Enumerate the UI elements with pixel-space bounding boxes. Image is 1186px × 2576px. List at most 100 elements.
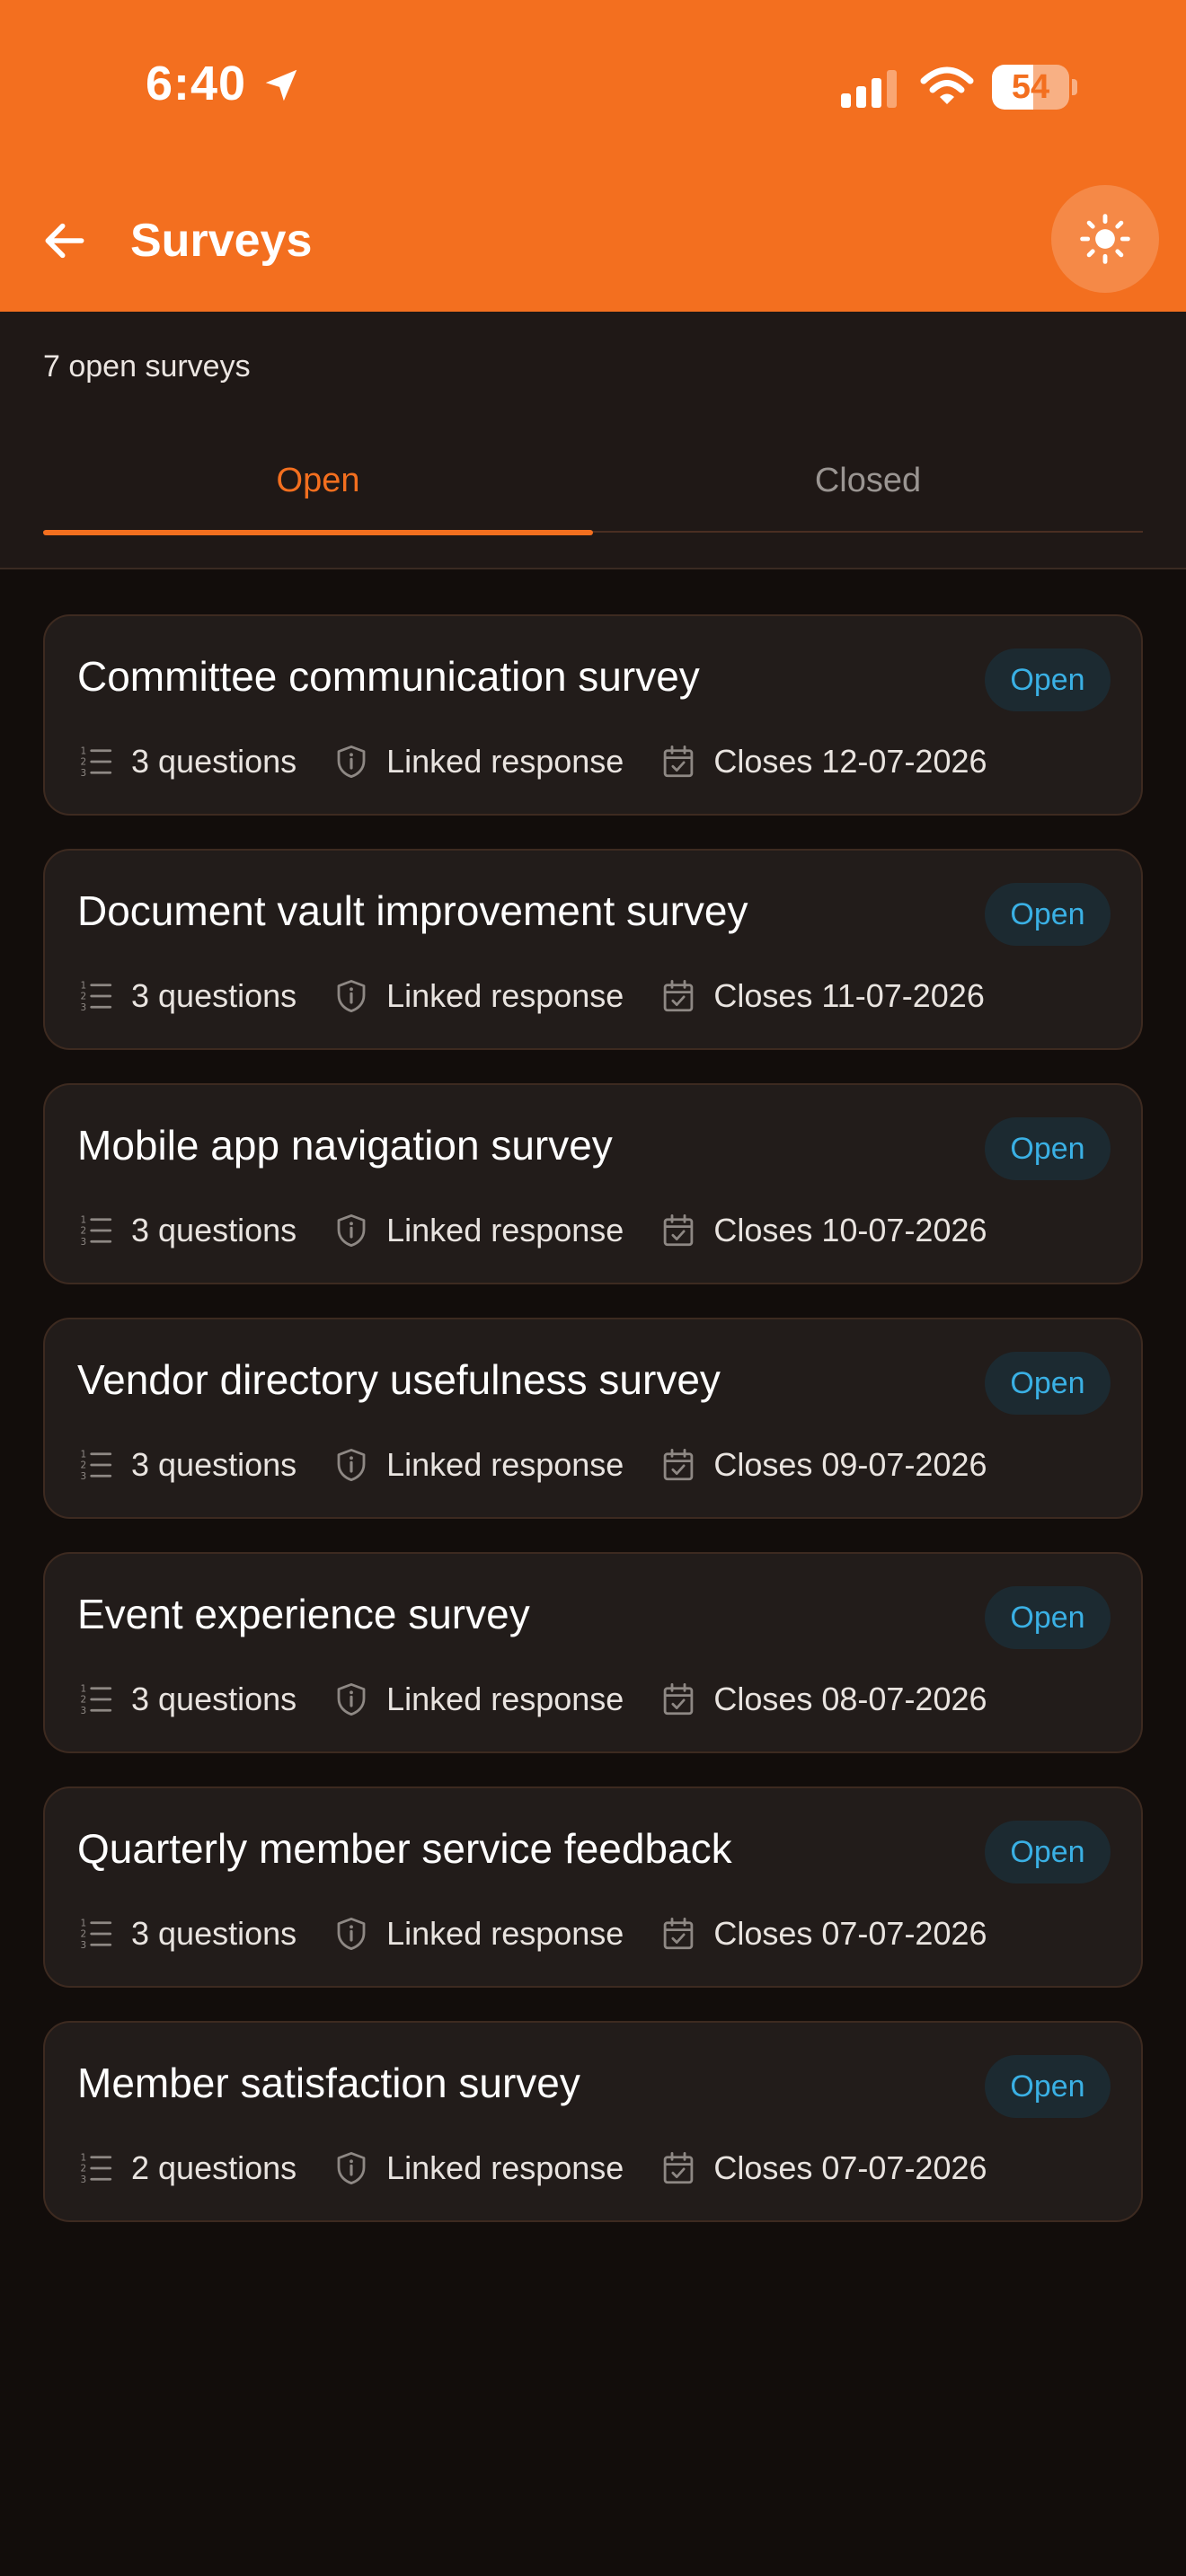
close-date: Closes 08-07-2026 [659,1681,987,1718]
location-arrow-icon [265,69,297,101]
svg-text:3: 3 [81,1471,87,1482]
survey-card[interactable]: Member satisfaction survey Open 1 2 3 2 … [43,2021,1143,2222]
question-count-text: 3 questions [131,1681,297,1717]
close-date-text: Closes 10-07-2026 [713,1212,987,1248]
question-count: 1 2 3 3 questions [77,743,297,781]
survey-meta: 1 2 3 3 questions Linked response Closes… [77,742,987,781]
survey-title: Event experience survey [77,1591,530,1637]
question-count-text: 3 questions [131,977,297,1014]
status-badge: Open [985,1586,1111,1649]
status-badge: Open [985,1117,1111,1180]
surveys-screen: 6:40 54 Surveys 7 open surveys Open Clos… [0,0,1186,2576]
status-tabs: Open Closed [43,428,1143,535]
close-date: Closes 12-07-2026 [659,743,987,781]
svg-text:2: 2 [81,757,87,768]
status-badge: Open [985,1821,1111,1883]
wifi-icon [920,66,974,104]
linked-response: Linked response [332,977,624,1015]
active-tab-indicator [43,530,593,535]
linked-response: Linked response [332,1212,624,1249]
theme-toggle-button[interactable] [1051,185,1159,293]
numbered-list-icon: 1 2 3 [81,1683,112,1716]
close-date: Closes 07-07-2026 [659,2149,987,2187]
svg-text:3: 3 [81,1237,87,1248]
survey-title: Document vault improvement survey [77,887,748,934]
tab-closed[interactable]: Closed [593,428,1143,533]
survey-meta: 1 2 3 3 questions Linked response Closes… [77,1211,987,1250]
linked-response-text: Linked response [386,2149,624,2186]
close-date: Closes 10-07-2026 [659,1212,987,1249]
calendar-check-icon [664,2151,694,2184]
question-count: 1 2 3 3 questions [77,1212,297,1249]
numbered-list-icon: 1 2 3 [81,745,112,779]
tab-open-label: Open [276,461,360,499]
linked-response-text: Linked response [386,1446,624,1483]
survey-title: Vendor directory usefulness survey [77,1356,721,1403]
svg-text:2: 2 [81,992,87,1002]
survey-card[interactable]: Event experience survey Open 1 2 3 3 que… [43,1552,1143,1753]
question-count-text: 3 questions [131,1212,297,1248]
battery-percent: 54 [1011,68,1050,106]
open-survey-count: 7 open surveys [43,349,251,384]
app-header: 6:40 54 Surveys [0,0,1186,312]
svg-text:3: 3 [81,1940,87,1951]
calendar-check-icon [664,1682,694,1716]
svg-text:2: 2 [81,1226,87,1237]
back-arrow-icon[interactable] [40,216,90,266]
numbered-list-icon: 1 2 3 [81,980,112,1013]
question-count: 1 2 3 2 questions [77,2149,297,2187]
svg-text:3: 3 [81,1002,87,1013]
svg-text:1: 1 [81,2152,87,2163]
survey-meta: 1 2 3 3 questions Linked response Closes… [77,1914,987,1954]
status-badge: Open [985,1352,1111,1415]
question-count: 1 2 3 3 questions [77,1681,297,1718]
survey-title: Quarterly member service feedback [77,1825,732,1872]
survey-card[interactable]: Quarterly member service feedback Open 1… [43,1786,1143,1988]
shield-info-icon [337,1682,366,1716]
survey-card[interactable]: Committee communication survey Open 1 2 … [43,614,1143,816]
svg-text:1: 1 [81,980,87,991]
svg-text:1: 1 [81,1449,87,1460]
linked-response-text: Linked response [386,1681,624,1717]
calendar-check-icon [664,1917,694,1950]
shield-info-icon [337,979,366,1013]
question-count: 1 2 3 3 questions [77,1915,297,1953]
close-date-text: Closes 07-07-2026 [713,2149,987,2186]
svg-text:1: 1 [81,745,87,756]
tab-closed-label: Closed [814,461,922,499]
survey-title: Member satisfaction survey [77,2060,580,2106]
linked-response-text: Linked response [386,1212,624,1248]
linked-response-text: Linked response [386,1915,624,1952]
survey-card[interactable]: Mobile app navigation survey Open 1 2 3 [43,1083,1143,1284]
shield-info-icon [337,1448,366,1482]
numbered-list-icon: 1 2 3 [81,1214,112,1248]
svg-text:1: 1 [81,1214,87,1225]
shield-info-icon [337,2151,366,2185]
survey-list: Committee communication survey Open 1 2 … [43,614,1143,2255]
status-badge: Open [985,883,1111,946]
shield-info-icon [337,1917,366,1951]
svg-text:2: 2 [81,1695,87,1706]
tab-open[interactable]: Open [43,428,593,535]
close-date-text: Closes 08-07-2026 [713,1681,987,1717]
survey-card[interactable]: Vendor directory usefulness survey Open … [43,1318,1143,1519]
numbered-list-icon: 1 2 3 [81,2152,112,2185]
svg-text:2: 2 [81,2164,87,2175]
battery-indicator: 54 [992,65,1077,110]
survey-meta: 1 2 3 3 questions Linked response Closes… [77,1445,987,1485]
battery-tip [1072,79,1077,95]
svg-text:3: 3 [81,2175,87,2185]
sun-icon [1080,214,1130,264]
shield-info-icon [337,1213,366,1248]
survey-card[interactable]: Document vault improvement survey Open 1… [43,849,1143,1050]
status-bar: 6:40 54 [0,0,1186,171]
svg-text:2: 2 [81,1929,87,1940]
survey-meta: 1 2 3 3 questions Linked response Closes… [77,976,985,1016]
calendar-check-icon [664,1213,694,1247]
linked-response-text: Linked response [386,977,624,1014]
calendar-check-icon [664,1448,694,1481]
status-badge: Open [985,2055,1111,2118]
numbered-list-icon: 1 2 3 [81,1918,112,1951]
survey-title: Mobile app navigation survey [77,1122,613,1169]
survey-title: Committee communication survey [77,653,700,700]
